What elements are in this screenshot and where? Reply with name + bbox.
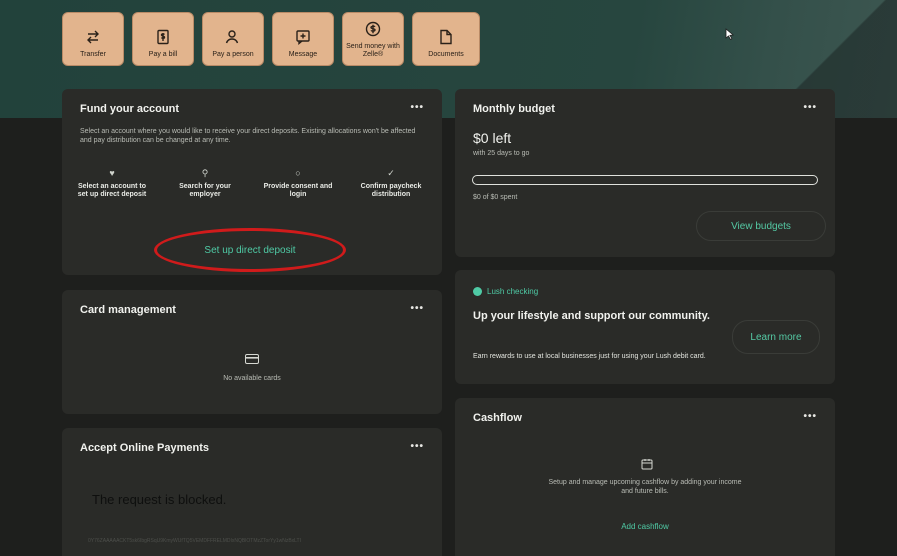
step-confirm-paycheck-label: Confirm paycheck distribution (360, 183, 422, 198)
credit-card-icon (245, 354, 259, 364)
cashflow-title: Cashflow (473, 412, 522, 424)
blocked-reference-code: 0Y76ZAAAAACKT5sk6IbgRSqU9KmyWUfTQ5VEMDFF… (88, 538, 302, 544)
no-cards-text: No available cards (223, 375, 281, 382)
send-money-zelle-label: Send money with Zelle® (346, 43, 400, 58)
lush-headline: Up your lifestyle and support our commun… (473, 310, 710, 322)
lush-checking-tag: Lush checking (473, 287, 538, 296)
fund-account-description: Select an account where you would like t… (80, 128, 416, 144)
message-label: Message (288, 51, 318, 58)
cashflow-description: Setup and manage upcoming cashflow by ad… (548, 479, 742, 495)
transfer-label: Transfer (80, 51, 106, 58)
documents-button[interactable]: Documents (412, 12, 480, 66)
monthly-budget-title: Monthly budget (473, 103, 555, 115)
view-budgets-button[interactable]: View budgets (696, 211, 826, 241)
add-cashflow-button[interactable]: Add cashflow (455, 522, 835, 531)
step-select-account: ♥ Select an account to set up direct dep… (72, 169, 152, 199)
lush-body-text: Earn rewards to use at local businesses … (473, 353, 706, 360)
pay-bill-label: Pay a bill (148, 51, 178, 58)
person-icon (225, 30, 239, 44)
calendar-icon (641, 459, 653, 470)
bill-icon (157, 29, 169, 45)
pay-person-label: Pay a person (212, 51, 254, 58)
budget-left-amount: $0 left (473, 130, 512, 146)
card-management-menu-button[interactable]: ••• (410, 303, 424, 314)
card-management-title: Card management (80, 304, 176, 316)
lock-icon: ○ (295, 168, 301, 178)
piggy-icon: ♥ (109, 168, 115, 178)
budget-spent-text: $0 of $0 spent (473, 194, 518, 201)
cashflow-menu-button[interactable]: ••• (803, 411, 817, 422)
lush-checking-tag-label: Lush checking (487, 287, 539, 296)
accept-payments-card: Accept Online Payments ••• The request i… (62, 428, 442, 556)
step-confirm-paycheck: ✓ Confirm paycheck distribution (351, 169, 431, 199)
pay-person-button[interactable]: Pay a person (202, 12, 264, 66)
transfer-icon (87, 30, 99, 44)
step-search-employer-label: Search for your employer (179, 183, 231, 198)
message-button[interactable]: Message (272, 12, 334, 66)
send-money-zelle-button[interactable]: Send money with Zelle® (342, 12, 404, 66)
accept-payments-menu-button[interactable]: ••• (410, 441, 424, 452)
red-annotation-circle (154, 228, 346, 272)
documents-label: Documents (428, 51, 464, 58)
cashflow-card: Cashflow ••• Setup and manage upcoming c… (455, 398, 835, 556)
step-provide-consent-label: Provide consent and login (263, 183, 333, 198)
check-circle-icon: ✓ (387, 168, 395, 178)
step-search-employer: ⚲ Search for your employer (165, 169, 245, 199)
lush-logo-icon (473, 287, 482, 296)
mouse-cursor-icon (725, 28, 735, 40)
step-provide-consent: ○ Provide consent and login (258, 169, 338, 199)
pay-bill-button[interactable]: Pay a bill (132, 12, 194, 66)
accept-payments-title: Accept Online Payments (80, 442, 209, 454)
zelle-icon (365, 21, 381, 37)
document-icon (440, 29, 452, 45)
step-select-account-label: Select an account to set up direct depos… (77, 183, 147, 198)
card-management-card: Card management ••• No available cards (62, 290, 442, 414)
quick-actions-bar: Transfer Pay a bill Pay a person Message… (62, 12, 480, 66)
search-icon: ⚲ (201, 168, 209, 178)
monthly-budget-menu-button[interactable]: ••• (803, 102, 817, 113)
fund-account-title: Fund your account (80, 103, 179, 115)
blocked-message: The request is blocked. (92, 492, 227, 507)
learn-more-button[interactable]: Learn more (732, 320, 820, 354)
fund-account-menu-button[interactable]: ••• (410, 102, 424, 113)
budget-progress-bar (472, 175, 818, 185)
transfer-button[interactable]: Transfer (62, 12, 124, 66)
message-icon (296, 30, 310, 45)
budget-days-remaining: with 25 days to go (473, 150, 530, 157)
